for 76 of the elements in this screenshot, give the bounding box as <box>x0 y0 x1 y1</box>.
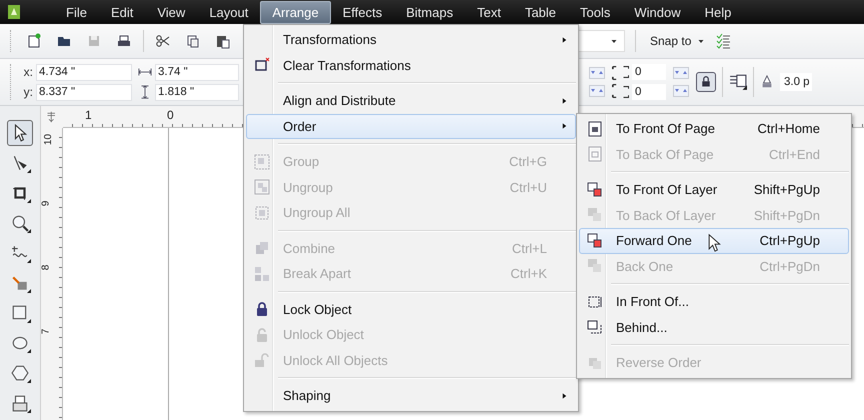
menu-item[interactable]: In Front Of... <box>579 289 849 314</box>
spin-buttons-icon[interactable] <box>588 83 606 99</box>
pointer-tool-icon[interactable] <box>7 120 33 146</box>
menu-item[interactable]: To Front Of Page Ctrl+Home <box>579 116 849 142</box>
pen-nib-icon <box>760 75 774 89</box>
snap-to-button[interactable]: Snap to <box>646 32 710 50</box>
menu-item[interactable]: Forward One Ctrl+PgUp <box>579 228 849 254</box>
forward-one-icon <box>587 232 603 249</box>
ruler-label: 1 <box>85 108 92 122</box>
ruler-label: 9 <box>40 200 52 206</box>
spin-buttons-icon[interactable] <box>672 83 690 99</box>
menu-item[interactable]: Shaping <box>246 383 576 408</box>
mouse-pointer-icon <box>708 233 722 253</box>
spin-buttons-icon[interactable] <box>672 65 690 81</box>
in-front-of-icon <box>587 294 603 310</box>
menu-item[interactable]: Edit <box>98 0 146 24</box>
page-front-icon <box>587 120 603 137</box>
menu-item[interactable]: Transformations <box>246 27 576 52</box>
menu-item[interactable]: Arrange <box>260 0 331 24</box>
caret-icon <box>610 37 618 45</box>
menu-item[interactable]: Tools <box>568 0 622 24</box>
caret-icon <box>697 37 706 45</box>
back-one-icon <box>587 258 603 274</box>
page-back-icon <box>587 146 603 162</box>
wrap-text-icon[interactable] <box>729 73 747 91</box>
behind-icon <box>587 319 603 336</box>
layer-front-icon <box>587 182 603 198</box>
menu-item[interactable]: Window <box>622 0 693 24</box>
corner-bracket-icon <box>612 66 617 80</box>
padlock-icon <box>700 76 712 88</box>
corner-radius-field[interactable]: 0 <box>632 64 666 80</box>
ungroup-icon <box>254 179 270 196</box>
menu-item[interactable]: Lock Object <box>246 296 576 322</box>
menu-item[interactable]: Effects <box>330 0 394 24</box>
clear-transform-icon <box>254 57 270 74</box>
unlock-all-icon <box>254 352 270 368</box>
ruler-origin-icon[interactable] <box>46 110 58 124</box>
lock-icon <box>254 301 270 318</box>
menu-item[interactable]: Help <box>692 0 744 24</box>
menu-item[interactable]: Table <box>512 0 568 24</box>
corner-bracket-icon <box>623 86 629 98</box>
menu-item[interactable]: Text <box>465 0 513 24</box>
menu-item[interactable]: Clear Transformations <box>246 52 576 78</box>
ruler-label: 8 <box>40 264 52 270</box>
dropdown-field[interactable] <box>578 30 625 52</box>
menu-item[interactable]: File <box>54 0 99 24</box>
group-icon <box>254 154 270 170</box>
outline-width-field[interactable]: 3.0 p <box>780 73 812 91</box>
corner-radius-field[interactable]: 0 <box>632 84 666 100</box>
corner-bracket-icon <box>612 84 617 98</box>
checklist-icon[interactable] <box>715 33 732 49</box>
menu-item[interactable]: Order <box>246 114 576 139</box>
unlock-icon <box>254 326 270 343</box>
ungroup-all-icon <box>254 204 270 221</box>
corner-bracket-icon <box>623 66 629 78</box>
menu-item[interactable]: View <box>145 0 198 24</box>
menu-item[interactable]: Behind... <box>579 314 849 340</box>
ruler-label: 10 <box>43 134 54 146</box>
app-logo-icon <box>6 3 22 21</box>
field-label: x: <box>22 65 33 79</box>
ruler-label: 0 <box>167 108 174 122</box>
field-label: y: <box>22 85 33 99</box>
layer-back-icon <box>587 207 603 224</box>
combine-icon <box>254 240 270 256</box>
menu-item[interactable]: Layout <box>197 0 260 24</box>
x-position-field[interactable]: 4.734 " <box>36 64 132 80</box>
y-position-field[interactable]: 8.337 " <box>36 84 132 100</box>
menu-item[interactable]: To Front Of Layer Shift+PgUp <box>579 177 849 202</box>
spin-buttons-icon[interactable] <box>588 65 606 81</box>
menu-item[interactable]: Bitmaps <box>394 0 466 24</box>
break-apart-icon <box>254 266 270 282</box>
ruler-label: 7 <box>40 328 52 334</box>
lock-ratio-button[interactable] <box>696 72 716 92</box>
menu-item[interactable]: Align and Distribute <box>246 88 576 114</box>
width-field[interactable]: 3.74 " <box>155 64 239 80</box>
height-field[interactable]: 1.818 " <box>155 84 239 100</box>
